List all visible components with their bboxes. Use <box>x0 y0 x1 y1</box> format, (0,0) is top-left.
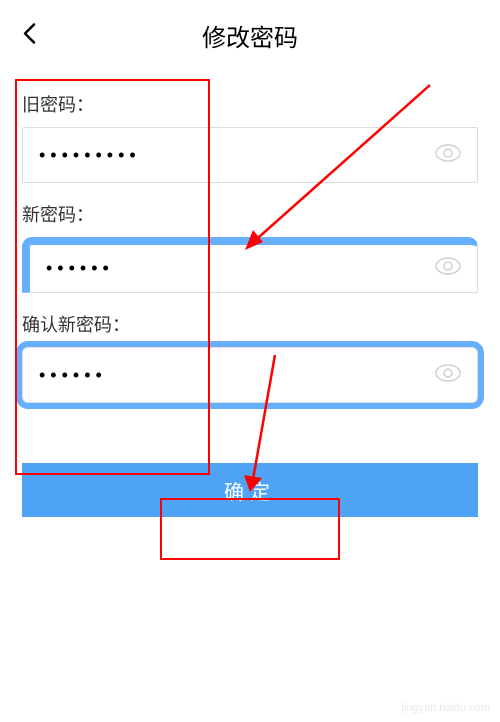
confirm-button-label: 确定 <box>224 476 276 505</box>
back-icon[interactable] <box>22 22 36 49</box>
old-password-label: 旧密码： <box>22 91 478 117</box>
confirm-password-input[interactable] <box>39 365 435 386</box>
confirm-password-wrapper <box>22 347 478 403</box>
new-password-wrapper <box>22 237 478 293</box>
old-password-group: 旧密码： <box>22 91 478 183</box>
old-password-wrapper <box>22 127 478 183</box>
eye-icon[interactable] <box>435 364 461 387</box>
password-form: 旧密码： 新密码： 确认新密码： <box>0 71 500 441</box>
confirm-button[interactable]: 确定 <box>22 463 478 517</box>
eye-icon[interactable] <box>435 144 461 167</box>
eye-icon[interactable] <box>435 257 461 280</box>
header: 修改密码 <box>0 0 500 71</box>
page-title: 修改密码 <box>22 18 478 53</box>
new-password-label: 新密码： <box>22 201 478 227</box>
old-password-input[interactable] <box>39 145 435 166</box>
confirm-password-group: 确认新密码： <box>22 311 478 403</box>
watermark: jingyan.baidu.com <box>401 702 490 714</box>
new-password-input[interactable] <box>46 258 435 279</box>
confirm-password-label: 确认新密码： <box>22 311 478 337</box>
new-password-group: 新密码： <box>22 201 478 293</box>
